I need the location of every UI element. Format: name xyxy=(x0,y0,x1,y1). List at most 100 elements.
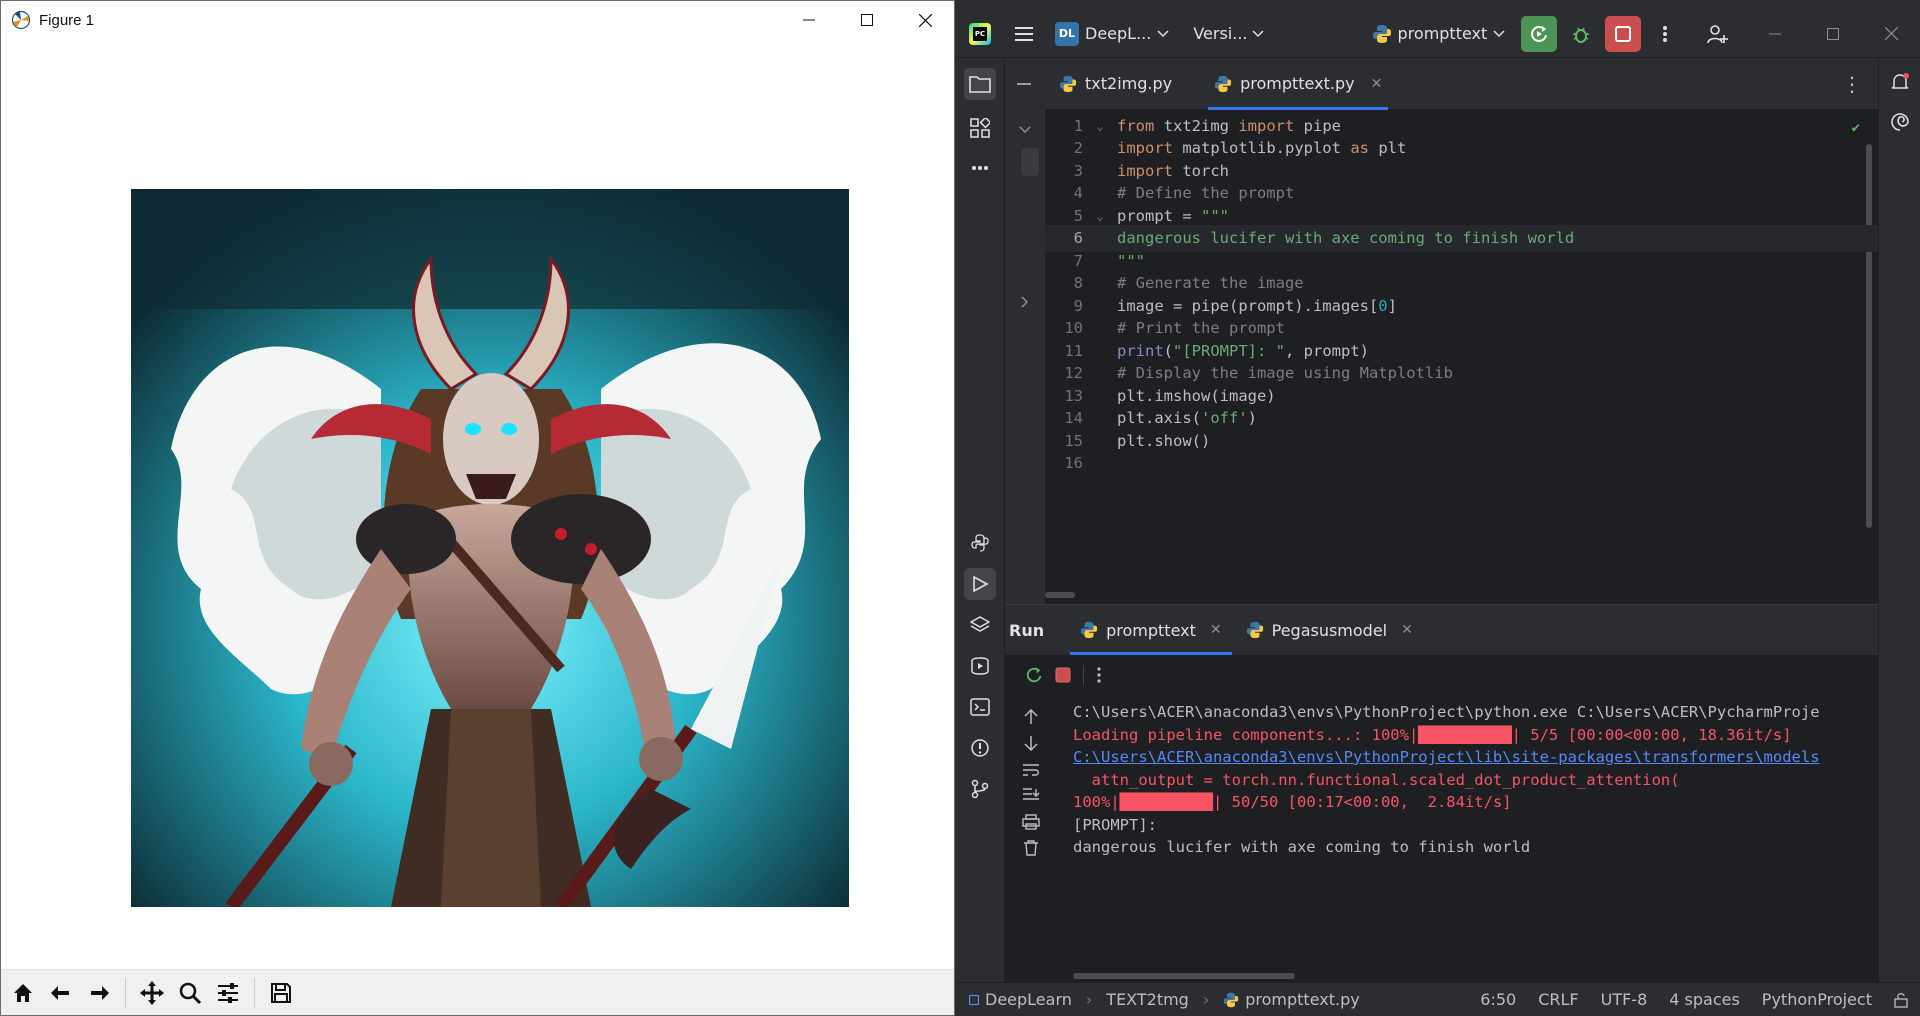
tab-options-icon[interactable]: ⋮ xyxy=(1842,72,1862,96)
code-token: plt.axis( xyxy=(1117,409,1201,428)
move-arrows-icon xyxy=(140,980,164,1005)
console-text: Loading pipeline components...: 100%| xyxy=(1073,725,1419,744)
stop-button[interactable] xyxy=(1605,15,1642,52)
maximize-button[interactable] xyxy=(838,1,896,39)
unlock-icon[interactable] xyxy=(1894,992,1908,1008)
back-button[interactable] xyxy=(45,977,77,1009)
services-tool-button[interactable] xyxy=(964,650,996,682)
terminal-tool-button[interactable] xyxy=(964,691,996,723)
tab-prompttext[interactable]: prompttext.py ✕ xyxy=(1200,58,1396,110)
print-button[interactable] xyxy=(1021,812,1041,832)
code-token: # Generate the image xyxy=(1117,274,1304,293)
close-tab-icon[interactable]: ✕ xyxy=(1401,622,1413,638)
chevron-down-icon[interactable] xyxy=(1019,126,1031,134)
scroll-up-button[interactable] xyxy=(1021,707,1041,727)
main-menu-icon[interactable] xyxy=(1013,23,1035,45)
run-tab-prompttext[interactable]: prompttext ✕ xyxy=(1068,605,1234,655)
code-line[interactable]: 16 xyxy=(1045,450,1878,478)
ide-maximize-button[interactable] xyxy=(1804,10,1862,58)
chevron-down-icon xyxy=(1157,29,1169,37)
line-number: 3 xyxy=(1073,161,1083,180)
home-button[interactable] xyxy=(7,977,39,1009)
close-tab-icon[interactable]: ✕ xyxy=(1371,76,1383,92)
code-token: # Print the prompt xyxy=(1117,319,1285,338)
add-user-button[interactable] xyxy=(1688,10,1746,58)
ide-close-button[interactable] xyxy=(1862,10,1920,58)
configure-subplots-button[interactable] xyxy=(212,977,244,1009)
run-tab-pegasusmodel[interactable]: Pegasusmodel ✕ xyxy=(1234,605,1425,655)
scroll-down-button[interactable] xyxy=(1021,733,1041,753)
rerun-button[interactable] xyxy=(1521,15,1558,52)
magnifier-icon xyxy=(179,982,202,1004)
caret-position[interactable]: 6:50 xyxy=(1480,990,1516,1009)
close-tab-icon[interactable]: ✕ xyxy=(1210,622,1222,638)
structure-icon xyxy=(970,118,990,138)
code-text: from txt2img import pipe xyxy=(1117,117,1341,135)
line-number: 1 xyxy=(1073,116,1083,135)
run-tool-button[interactable] xyxy=(964,568,996,600)
services-icon xyxy=(971,657,989,675)
editor-horizontal-scrollbar[interactable] xyxy=(1045,592,1075,598)
status-bar: DeepLearn › TEXT2tmg › prompttext.py 6:5… xyxy=(955,982,1920,1016)
fold-chevron-icon[interactable]: ⌄ xyxy=(1083,119,1117,133)
chevron-right-icon[interactable] xyxy=(1021,296,1029,308)
breadcrumb-separator-icon: › xyxy=(1202,990,1210,1009)
ai-assistant-button[interactable] xyxy=(1884,106,1916,138)
scroll-to-end-button[interactable] xyxy=(1021,785,1041,805)
floppy-disk-icon xyxy=(271,982,291,1003)
project-panel-collapsed xyxy=(1005,58,1045,604)
project-tool-button[interactable] xyxy=(964,68,996,100)
fold-chevron-icon[interactable]: ⌄ xyxy=(1083,209,1117,223)
minimize-button[interactable] xyxy=(780,1,838,39)
breadcrumb-project[interactable]: DeepLearn xyxy=(985,990,1072,1009)
progress-bar: ██████████ xyxy=(1418,725,1512,744)
file-encoding[interactable]: UTF-8 xyxy=(1601,990,1648,1009)
soft-wrap-button[interactable] xyxy=(1021,760,1041,780)
code-token: ( xyxy=(1163,341,1174,360)
chevron-down-icon xyxy=(1251,29,1264,37)
figure-canvas[interactable] xyxy=(1,39,954,971)
clear-console-button[interactable] xyxy=(1021,838,1041,858)
breadcrumb-folder[interactable]: TEXT2tmg xyxy=(1106,990,1189,1009)
code-text: # Display the image using Matplotlib xyxy=(1117,364,1453,382)
code-token: txt2img xyxy=(1154,116,1239,135)
indent-setting[interactable]: 4 spaces xyxy=(1669,990,1740,1009)
python-file-icon xyxy=(1224,992,1239,1007)
structure-tool-button[interactable] xyxy=(964,112,996,144)
code-editor[interactable]: ✔ 1 ⌄ from txt2img import pipe 2 import matp… xyxy=(1045,110,1878,604)
forward-button[interactable] xyxy=(83,977,115,1009)
run-console-output[interactable]: dangerous lucifer with axe coming to fin… xyxy=(1055,695,1878,983)
ide-minimize-button[interactable] xyxy=(1746,10,1804,58)
more-tools-button[interactable] xyxy=(964,152,996,184)
stop-icon[interactable] xyxy=(1055,667,1071,683)
python-console-button[interactable] xyxy=(964,527,996,559)
hide-panel-icon[interactable] xyxy=(1017,82,1031,86)
zoom-button[interactable] xyxy=(174,977,206,1009)
debug-button[interactable] xyxy=(1563,16,1599,52)
scroll-end-icon xyxy=(1023,788,1040,800)
notifications-button[interactable] xyxy=(1884,66,1916,98)
python-interpreter[interactable]: PythonProject xyxy=(1762,990,1872,1009)
console-horizontal-scrollbar[interactable] xyxy=(1073,973,1295,979)
pycharm-window: PC DL DeepL... Versi... prompttext txt2i… xyxy=(955,0,1920,1016)
project-selector[interactable]: DL DeepL... xyxy=(1055,21,1169,46)
vertical-dots-icon[interactable] xyxy=(1096,667,1102,683)
code-text: plt.imshow(image) xyxy=(1117,387,1276,405)
line-separator[interactable]: CRLF xyxy=(1538,990,1578,1009)
git-tool-button[interactable] xyxy=(964,773,996,805)
save-button[interactable] xyxy=(265,977,297,1009)
python-packages-button[interactable] xyxy=(964,609,996,641)
breadcrumb-file[interactable]: prompttext.py xyxy=(1245,990,1359,1009)
problems-tool-button[interactable] xyxy=(964,732,996,764)
code-token: 0 xyxy=(1378,296,1388,315)
pan-button[interactable] xyxy=(136,977,168,1009)
run-config-selector[interactable]: prompttext xyxy=(1372,24,1506,44)
close-button[interactable] xyxy=(896,1,954,39)
vcs-selector[interactable]: Versi... xyxy=(1193,24,1264,43)
generated-image xyxy=(131,189,849,907)
tab-txt2img[interactable]: txt2img.py xyxy=(1045,58,1186,110)
rerun-icon[interactable] xyxy=(1025,666,1043,684)
more-actions-button[interactable] xyxy=(1647,16,1683,52)
run-tabs: Run prompttext ✕ Pegasusmodel ✕ xyxy=(1005,605,1878,655)
code-token: """ xyxy=(1201,206,1229,225)
